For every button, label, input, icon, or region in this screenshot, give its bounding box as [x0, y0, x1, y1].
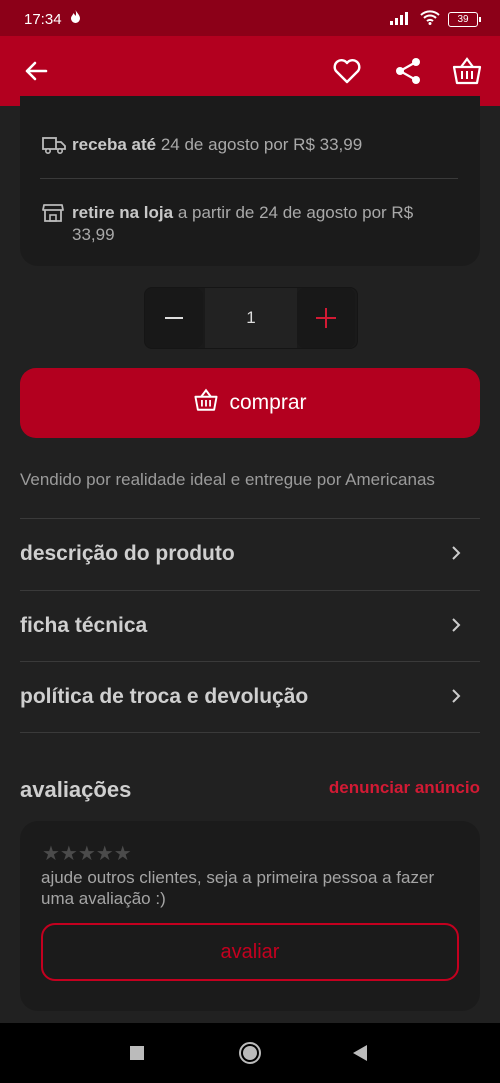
status-indicators: 39: [390, 10, 481, 29]
share-icon[interactable]: [392, 55, 424, 87]
reviews-card: ★★★★★ ajude outros clientes, seja a prim…: [20, 821, 480, 1011]
basket-icon[interactable]: [451, 55, 483, 87]
rate-button[interactable]: avaliar: [41, 923, 459, 981]
buy-button[interactable]: comprar: [20, 368, 480, 438]
divider: [20, 518, 480, 519]
divider: [40, 178, 458, 179]
system-nav-bar: [0, 1023, 500, 1083]
recents-icon[interactable]: [129, 1045, 145, 1066]
shipping-options-card: receba até 24 de agosto por R$ 33,99 ret…: [20, 96, 480, 266]
divider: [20, 661, 480, 662]
truck-icon: [42, 135, 66, 161]
battery-icon: 39: [448, 12, 481, 27]
section-label: política de troca e devolução: [20, 685, 309, 708]
status-time: 17:34: [24, 11, 62, 28]
section-technical-sheet[interactable]: ficha técnica: [20, 592, 480, 662]
basket-icon: [193, 387, 219, 419]
divider: [20, 732, 480, 733]
section-return-policy[interactable]: política de troca e devolução: [20, 663, 480, 733]
buy-button-label: comprar: [229, 391, 307, 414]
decrease-quantity-button[interactable]: [145, 288, 203, 348]
seller-info: Vendido por realidade ideal e entregue p…: [20, 470, 435, 489]
section-label: descrição do produto: [20, 542, 235, 565]
star-rating: ★★★★★: [42, 843, 132, 865]
status-bar: 17:34 39: [0, 0, 500, 36]
signal-icon: [390, 11, 412, 29]
review-prompt: ajude outros clientes, seja a primeira p…: [41, 868, 435, 908]
section-label: ficha técnica: [20, 614, 148, 637]
back-triangle-icon[interactable]: [352, 1044, 368, 1067]
reviews-title: avaliações: [20, 777, 132, 802]
back-arrow-icon[interactable]: [20, 55, 52, 87]
chevron-right-icon: [450, 544, 462, 567]
store-icon: [42, 203, 64, 229]
quantity-value[interactable]: 1: [205, 288, 297, 348]
delivery-label: receba até: [72, 135, 157, 154]
chevron-right-icon: [450, 616, 462, 639]
quantity-stepper: 1: [144, 287, 358, 349]
wifi-icon: [420, 10, 440, 29]
chevron-right-icon: [450, 687, 462, 710]
pickup-label: retire na loja: [72, 203, 174, 222]
divider: [20, 590, 480, 591]
section-product-description[interactable]: descrição do produto: [20, 520, 480, 590]
home-icon[interactable]: [238, 1041, 262, 1070]
report-listing-link[interactable]: denunciar anúncio: [329, 778, 480, 798]
increase-quantity-button[interactable]: [297, 288, 355, 348]
heart-icon[interactable]: [331, 55, 363, 87]
flame-icon: [70, 10, 81, 26]
delivery-detail: 24 de agosto por R$ 33,99: [156, 135, 363, 154]
